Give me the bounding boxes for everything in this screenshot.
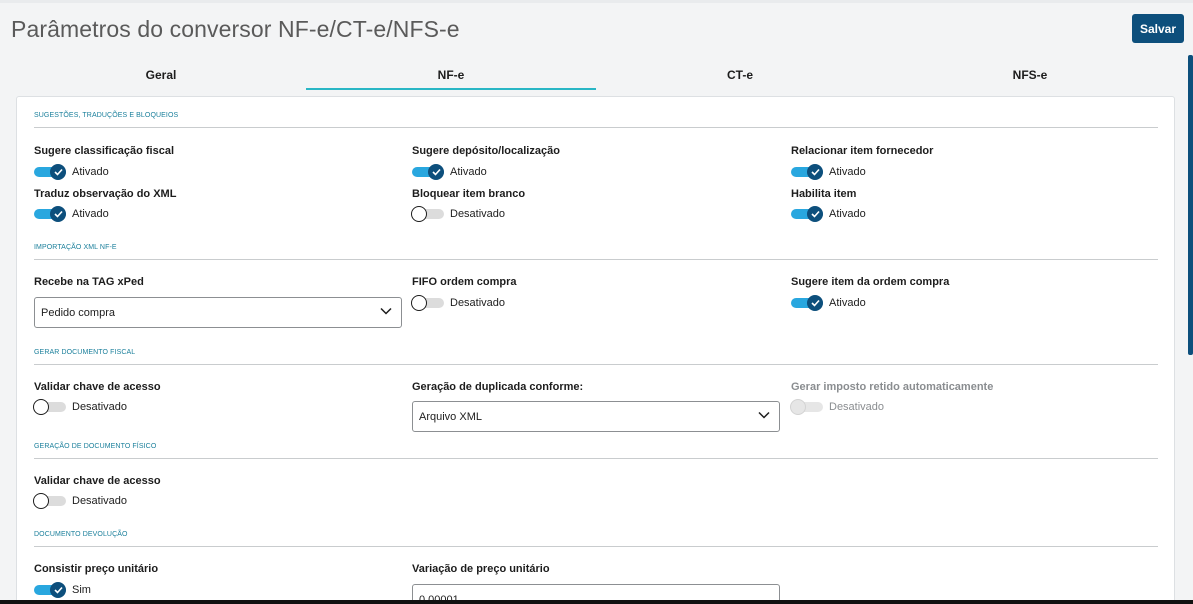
label-geracao-duplicada: Geração de duplicada conforme: (412, 381, 584, 393)
toggle-state-label: Sim (72, 584, 91, 596)
form-panel: Sugestões, traduções e bloqueios Sugere … (16, 96, 1175, 604)
check-icon (50, 582, 66, 598)
toggle-relacionar-item[interactable]: Ativado (791, 164, 866, 180)
label-sugere-item-ordem: Sugere item da ordem compra (791, 276, 950, 288)
label-recebe-tag: Recebe na TAG xPed (34, 276, 144, 288)
section-title-gerar-documento: Gerar documento fiscal (34, 349, 1158, 365)
toggle-state-label: Ativado (829, 166, 866, 178)
toggle-state-label: Desativado (450, 208, 506, 220)
section-title-sugestoes: Sugestões, traduções e bloqueios (34, 112, 1158, 128)
toggle-state-label: Desativado (72, 495, 128, 507)
label-validar-chave: Validar chave de acesso (34, 381, 161, 393)
chevron-down-icon (758, 410, 770, 422)
check-icon (50, 206, 66, 222)
toggle-knob (411, 295, 427, 311)
check-icon (807, 164, 823, 180)
toggle-state-label: Ativado (829, 297, 866, 309)
toggle-state-label: Ativado (450, 166, 487, 178)
label-habilita-item: Habilita item (791, 188, 857, 200)
select-geracao-duplicada[interactable]: Arquivo XML (412, 401, 780, 432)
toggle-sugere-deposito[interactable]: Ativado (412, 164, 487, 180)
toggle-habilita-item[interactable]: Ativado (791, 206, 866, 222)
toggle-knob (411, 206, 427, 222)
page-title: Parâmetros do conversor NF-e/CT-e/NFS-e (11, 16, 460, 42)
toggle-consistir-preco[interactable]: Sim (34, 582, 91, 598)
tab-geral[interactable]: Geral (16, 62, 306, 90)
toggle-state-label: Desativado (72, 401, 128, 413)
toggle-gerar-imposto: Desativado (790, 399, 885, 415)
select-value: Pedido compra (41, 307, 115, 319)
tab-nfse[interactable]: NFS-e (885, 62, 1175, 90)
label-consistir-preco: Consistir preço unitário (34, 563, 159, 575)
toggle-traduz-observacao[interactable]: Ativado (34, 206, 109, 222)
top-bar (0, 0, 1193, 3)
label-variacao-preco: Variação de preço unitário (412, 563, 550, 575)
label-traduz-observacao: Traduz observação do XML (34, 188, 177, 200)
toggle-sugere-classificacao[interactable]: Ativado (34, 164, 109, 180)
toggle-state-label: Desativado (450, 297, 506, 309)
toggle-state-label: Ativado (72, 208, 109, 220)
toggle-validar-chave[interactable]: Desativado (33, 399, 128, 415)
toggle-knob (790, 399, 806, 415)
tab-bar: Geral NF-e CT-e NFS-e (16, 62, 1175, 90)
toggle-bloquear-item[interactable]: Desativado (411, 206, 506, 222)
tab-cte[interactable]: CT-e (595, 62, 885, 90)
label-fifo: FIFO ordem compra (412, 276, 517, 288)
label-sugere-deposito: Sugere depósito/localização (412, 145, 560, 157)
check-icon (807, 206, 823, 222)
check-icon (428, 164, 444, 180)
toggle-validar-chave-fisico[interactable]: Desativado (33, 493, 128, 509)
toggle-knob (33, 399, 49, 415)
toggle-sugere-item-ordem[interactable]: Ativado (791, 295, 866, 311)
scrollbar[interactable] (1188, 55, 1193, 355)
save-button[interactable]: Salvar (1132, 14, 1184, 43)
section-title-documento-fisico: Geração de documento físico (34, 443, 1158, 459)
toggle-knob (33, 493, 49, 509)
label-validar-chave-fisico: Validar chave de acesso (34, 475, 161, 487)
bottom-edge (0, 600, 1193, 604)
toggle-state-label: Ativado (72, 166, 109, 178)
label-gerar-imposto: Gerar imposto retido automaticamente (791, 381, 994, 393)
section-title-importacao: Importação XML NF-e (34, 244, 1158, 260)
toggle-fifo[interactable]: Desativado (411, 295, 506, 311)
label-sugere-classificacao: Sugere classificação fiscal (34, 145, 175, 157)
label-bloquear-item: Bloquear item branco (412, 188, 526, 200)
check-icon (50, 164, 66, 180)
toggle-state-label: Desativado (829, 401, 885, 413)
section-title-devolucao: Documento devolução (34, 531, 1158, 547)
toggle-state-label: Ativado (829, 208, 866, 220)
check-icon (807, 295, 823, 311)
chevron-down-icon (380, 306, 392, 318)
select-value: Arquivo XML (419, 411, 482, 423)
tab-nfe[interactable]: NF-e (306, 62, 596, 90)
select-recebe-tag[interactable]: Pedido compra (34, 297, 402, 328)
label-relacionar-item: Relacionar item fornecedor (791, 145, 934, 157)
